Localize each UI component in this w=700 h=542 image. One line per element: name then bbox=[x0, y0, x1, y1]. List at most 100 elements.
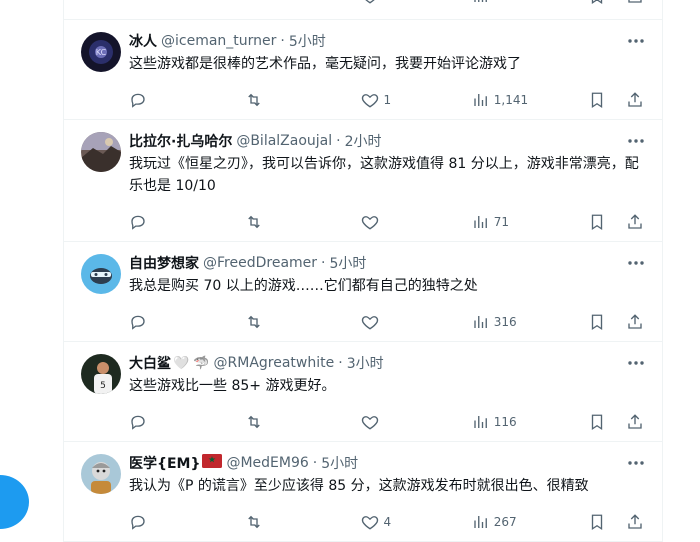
display-name[interactable]: 自由梦想家 bbox=[129, 253, 199, 273]
heart-icon bbox=[362, 316, 379, 330]
more-options-button[interactable] bbox=[626, 32, 646, 50]
reply-button[interactable] bbox=[129, 91, 245, 109]
timeline: 73 KC 冰人 @iceman_turner · 5小时 bbox=[63, 0, 663, 542]
action-bar: 116 bbox=[129, 411, 646, 433]
avatar[interactable]: 5 bbox=[81, 354, 121, 394]
retweet-button[interactable] bbox=[245, 313, 361, 331]
retweet-button[interactable] bbox=[245, 413, 361, 431]
tweet-text: 我总是购买 70 以上的游戏……它们都有自己的独特之处 bbox=[129, 278, 478, 294]
views-button[interactable]: 71 bbox=[472, 213, 588, 231]
reply-button[interactable] bbox=[129, 313, 245, 331]
timestamp[interactable]: 5小时 bbox=[321, 453, 358, 473]
tweet[interactable]: 自由梦想家 @FreedDreamer · 5小时 我总是购买 70 以上的游戏… bbox=[64, 242, 662, 342]
timestamp[interactable]: 5小时 bbox=[329, 253, 366, 273]
share-button[interactable] bbox=[626, 213, 646, 231]
handle[interactable]: @MedEM96 bbox=[226, 455, 308, 471]
bookmark-icon bbox=[591, 414, 603, 431]
reply-button[interactable] bbox=[129, 213, 245, 231]
bookmark-button[interactable] bbox=[588, 0, 608, 5]
heart-icon bbox=[365, 0, 376, 4]
bookmark-button[interactable] bbox=[588, 213, 608, 231]
more-options-button[interactable] bbox=[626, 254, 646, 272]
bookmark-button[interactable] bbox=[588, 413, 608, 431]
views-button[interactable]: 316 bbox=[472, 313, 588, 331]
handle[interactable]: @BilalZaoujal bbox=[236, 133, 332, 149]
tweet[interactable]: KC 冰人 @iceman_turner · 5小时 这些游戏都是很棒的艺术作品… bbox=[64, 20, 662, 120]
share-button[interactable] bbox=[626, 313, 646, 331]
tweet-header: 医学{EM} @MedEM96 · 5小时 bbox=[129, 453, 646, 473]
tweet-text: 这些游戏都是很棒的艺术作品，毫无疑问，我要开始评论游戏了 bbox=[129, 56, 521, 72]
views-count: 316 bbox=[493, 315, 517, 329]
heart-icon bbox=[362, 94, 379, 108]
timestamp[interactable]: 5小时 bbox=[289, 31, 326, 51]
bookmark-button[interactable] bbox=[588, 313, 608, 331]
avatar[interactable] bbox=[81, 132, 121, 172]
reply-button[interactable] bbox=[129, 513, 245, 531]
share-icon bbox=[628, 214, 642, 229]
display-name[interactable]: 大白鲨 bbox=[129, 353, 171, 373]
like-button[interactable] bbox=[361, 313, 471, 331]
more-options-button[interactable] bbox=[626, 354, 646, 372]
retweet-icon bbox=[248, 315, 260, 329]
bookmark-icon bbox=[591, 514, 603, 531]
views-icon bbox=[474, 216, 487, 228]
like-button[interactable] bbox=[361, 413, 471, 431]
retweet-button[interactable] bbox=[245, 91, 361, 109]
bookmark-button[interactable] bbox=[588, 513, 608, 531]
reply-icon bbox=[131, 315, 145, 330]
avatar[interactable] bbox=[81, 454, 121, 494]
handle[interactable]: @RMAgreatwhite bbox=[214, 355, 335, 371]
tweet-header: 冰人 @iceman_turner · 5小时 bbox=[129, 31, 646, 51]
views-count: 116 bbox=[493, 415, 517, 429]
like-button[interactable]: 1 bbox=[361, 91, 471, 109]
views-button[interactable]: 1,141 bbox=[472, 91, 588, 109]
more-icon bbox=[628, 361, 644, 365]
tweet-header: 比拉尔·扎乌哈尔 @BilalZaoujal · 2小时 bbox=[129, 131, 646, 151]
views-icon bbox=[474, 416, 487, 428]
tweet[interactable]: 5 大白鲨 🤍 🦈 @RMAgreatwhite · 3小时 这些游戏比一些 8… bbox=[64, 342, 662, 442]
views-count: 267 bbox=[493, 515, 517, 529]
display-name[interactable]: 冰人 bbox=[129, 31, 157, 51]
retweet-button[interactable] bbox=[245, 213, 361, 231]
tweet[interactable]: 医学{EM} @MedEM96 · 5小时 我认为《P 的谎言》至少应该得 85… bbox=[64, 442, 662, 542]
views-button[interactable]: 116 bbox=[472, 413, 588, 431]
share-button[interactable] bbox=[626, 0, 646, 5]
action-bar: 1 1,141 bbox=[129, 89, 646, 111]
avatar[interactable]: KC bbox=[81, 32, 121, 72]
like-button[interactable] bbox=[361, 0, 471, 5]
like-button[interactable]: 4 bbox=[361, 513, 471, 531]
display-name[interactable]: 医学{EM} bbox=[129, 453, 200, 473]
share-button[interactable] bbox=[626, 413, 646, 431]
timestamp[interactable]: 3小时 bbox=[347, 353, 384, 373]
timestamp[interactable]: 2小时 bbox=[345, 131, 382, 151]
bookmark-icon bbox=[591, 92, 603, 109]
like-button[interactable] bbox=[361, 213, 471, 231]
action-bar: 4 267 bbox=[129, 511, 646, 533]
more-options-button[interactable] bbox=[626, 454, 646, 472]
display-name[interactable]: 比拉尔·扎乌哈尔 bbox=[129, 131, 232, 151]
retweet-icon bbox=[248, 93, 260, 107]
bookmark-button[interactable] bbox=[588, 91, 608, 109]
retweet-button[interactable] bbox=[245, 513, 361, 531]
reply-button[interactable] bbox=[129, 413, 245, 431]
more-options-button[interactable] bbox=[626, 132, 646, 150]
floating-compose-button[interactable] bbox=[0, 475, 29, 529]
views-count: 71 bbox=[493, 215, 510, 229]
share-icon bbox=[628, 514, 642, 529]
views-icon bbox=[474, 0, 487, 2]
avatar[interactable] bbox=[81, 254, 121, 294]
svg-text:5: 5 bbox=[100, 381, 106, 391]
share-icon bbox=[628, 314, 642, 329]
like-count: 1 bbox=[383, 93, 392, 107]
tweet-header: 大白鲨 🤍 🦈 @RMAgreatwhite · 3小时 bbox=[129, 353, 646, 373]
handle[interactable]: @FreedDreamer bbox=[203, 255, 317, 271]
views-button[interactable]: 267 bbox=[472, 513, 588, 531]
handle[interactable]: @iceman_turner bbox=[161, 33, 276, 49]
tweet-header: 自由梦想家 @FreedDreamer · 5小时 bbox=[129, 253, 646, 273]
views-count: 73 bbox=[494, 0, 509, 2]
share-button[interactable] bbox=[626, 513, 646, 531]
tweet[interactable]: 比拉尔·扎乌哈尔 @BilalZaoujal · 2小时 我玩过《恒星之刃》，我… bbox=[64, 120, 662, 242]
tweet-partial[interactable]: 73 bbox=[64, 0, 662, 20]
share-button[interactable] bbox=[626, 91, 646, 109]
views-button[interactable]: 73 bbox=[472, 0, 588, 5]
